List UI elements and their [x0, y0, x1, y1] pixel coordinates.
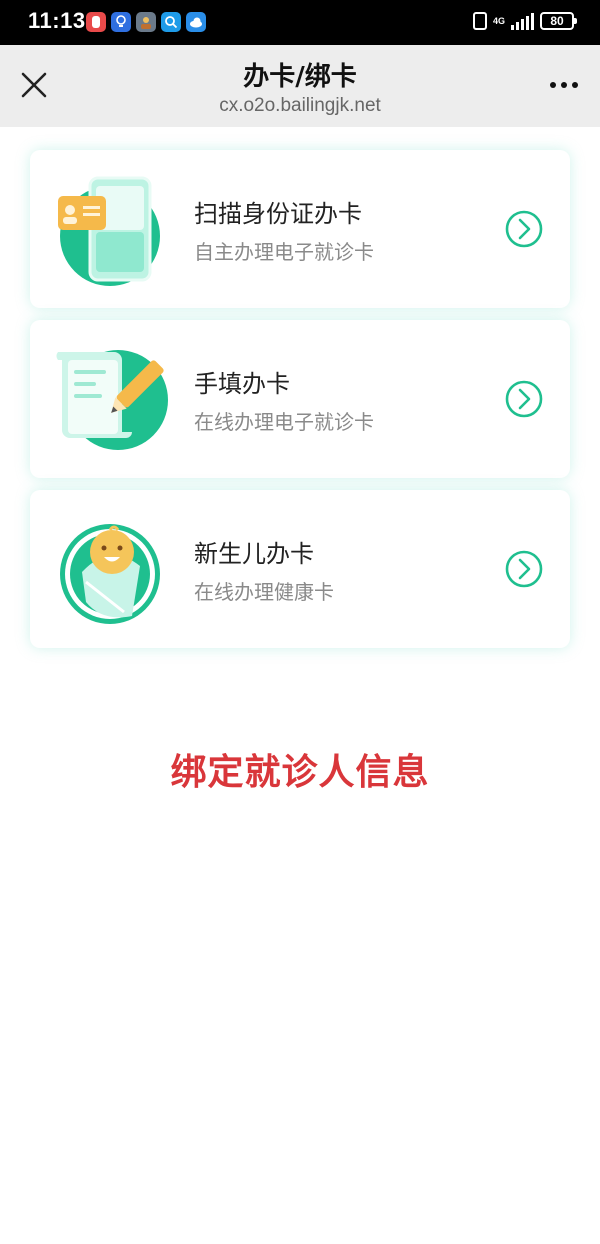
battery-level: 80 [550, 14, 564, 28]
card-subtitle: 在线办理电子就诊卡 [194, 410, 374, 434]
newborn-card-option[interactable]: 新生儿办卡 在线办理健康卡 [30, 490, 570, 648]
battery-icon: 80 [540, 12, 577, 30]
bind-patient-title: 绑定就诊人信息 [170, 752, 430, 793]
chevron-right-icon[interactable] [504, 379, 544, 419]
network-type: 4G [492, 15, 505, 26]
page-url: cx.o2o.bailingjk.net [219, 95, 381, 116]
more-icon [550, 82, 556, 88]
chevron-right-icon[interactable] [504, 549, 544, 589]
search-app-icon [161, 12, 181, 32]
vibrate-icon [472, 12, 487, 30]
card-title: 扫描身份证办卡 [194, 200, 362, 228]
id-card-scan-icon [58, 176, 160, 286]
form-pen-icon [56, 350, 168, 450]
signal-icon [511, 12, 534, 30]
avatar-icon [136, 12, 156, 32]
card-subtitle: 自主办理电子就诊卡 [194, 240, 374, 264]
app-red-icon [86, 12, 106, 32]
card-subtitle: 在线办理健康卡 [194, 580, 334, 604]
chevron-right-icon[interactable] [504, 209, 544, 249]
manual-fill-card-option[interactable]: 手填办卡 在线办理电子就诊卡 [30, 320, 570, 478]
system-icons: 4G 80 [472, 12, 577, 30]
card-title: 新生儿办卡 [194, 540, 314, 568]
notification-icons [86, 12, 206, 32]
nav-bar: 办卡/绑卡 cx.o2o.bailingjk.net [0, 45, 600, 127]
card-title: 手填办卡 [194, 370, 290, 398]
cloud-icon [186, 12, 206, 32]
scan-id-card-option[interactable]: 扫描身份证办卡 自主办理电子就诊卡 [30, 150, 570, 308]
status-time: 11:13 [28, 8, 86, 33]
page-title: 办卡/绑卡 [243, 62, 357, 92]
more-button[interactable] [546, 73, 582, 97]
bulb-icon [111, 12, 131, 32]
status-bar: 11:13 4G 80 [0, 0, 600, 45]
newborn-baby-icon [60, 524, 160, 624]
